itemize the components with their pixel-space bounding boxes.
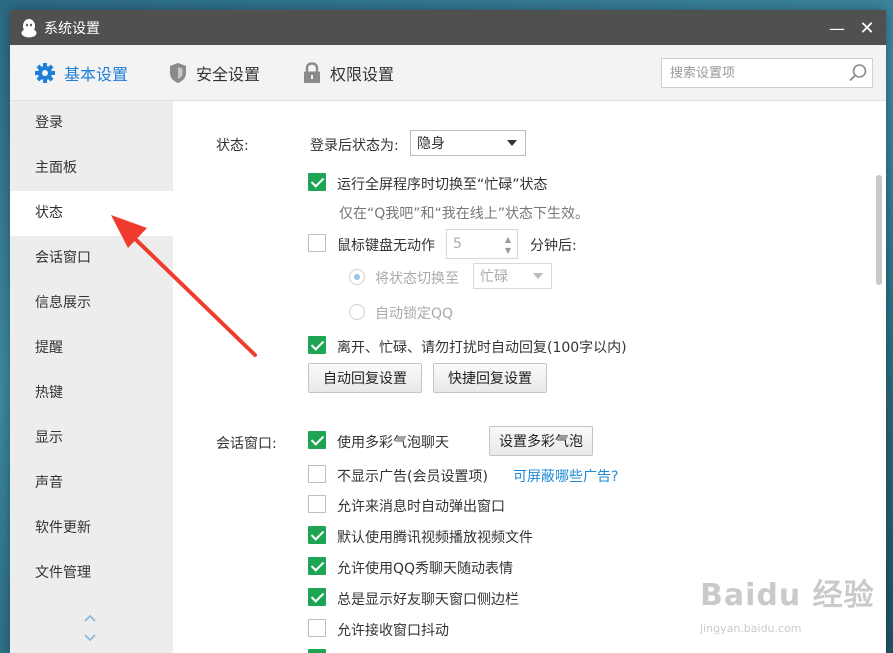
dropdown-arrow-icon bbox=[507, 140, 517, 146]
tab-basic-label: 基本设置 bbox=[64, 64, 129, 84]
idle-minutes-value: 5 bbox=[453, 236, 462, 252]
stepper-up-icon[interactable]: ▲ bbox=[505, 236, 511, 244]
fullscreen-busy-checkbox[interactable] bbox=[308, 173, 326, 191]
after-login-status-select[interactable]: 隐身 bbox=[410, 130, 526, 156]
lock-icon bbox=[304, 61, 320, 83]
no-ads-label: 不显示广告(会员设置项) bbox=[337, 469, 488, 485]
sidebar-item-main-panel[interactable]: 主面板 bbox=[10, 146, 173, 191]
sidebar-item-file-management[interactable]: 文件管理 bbox=[10, 551, 173, 596]
content-scrollbar[interactable] bbox=[876, 175, 882, 285]
chat-section-label: 会话窗口: bbox=[216, 436, 277, 452]
dropdown-arrow-icon bbox=[533, 273, 543, 279]
search-input[interactable] bbox=[662, 59, 844, 87]
chat-sidebar-label: 总是显示好友聊天窗口侧边栏 bbox=[337, 592, 519, 608]
sidebar-item-sound[interactable]: 声音 bbox=[10, 461, 173, 506]
sidebar-item-hotkey[interactable]: 热键 bbox=[10, 371, 173, 416]
after-login-label: 登录后状态为: bbox=[310, 138, 399, 154]
tencent-video-label: 默认使用腾讯视频播放视频文件 bbox=[337, 530, 533, 546]
sidebar-item-login[interactable]: 登录 bbox=[10, 101, 173, 146]
quick-reply-settings-button[interactable]: 快捷回复设置 bbox=[433, 363, 547, 393]
gear-icon bbox=[35, 62, 55, 83]
watermark-brand: Baidu 经验 bbox=[700, 578, 875, 613]
switch-status-label: 将状态切换至 bbox=[375, 271, 459, 287]
switch-status-radio[interactable] bbox=[349, 269, 365, 285]
chevron-up-down-icon bbox=[84, 614, 96, 642]
switch-status-value: 忙碌 bbox=[480, 269, 508, 285]
auto-reply-label: 离开、忙碌、请勿打扰时自动回复(100字以内) bbox=[337, 340, 627, 356]
auto-reply-checkbox[interactable] bbox=[308, 336, 326, 354]
auto-popup-label: 允许来消息时自动弹出窗口 bbox=[337, 499, 505, 515]
colorful-bubble-checkbox[interactable] bbox=[308, 431, 326, 449]
partial-checkbox[interactable] bbox=[308, 649, 326, 653]
sidebar-item-reminder[interactable]: 提醒 bbox=[10, 326, 173, 371]
fullscreen-busy-label: 运行全屏程序时切换至“忙碌”状态 bbox=[337, 177, 548, 193]
sidebar-item-display[interactable]: 显示 bbox=[10, 416, 173, 461]
idle-after-label: 分钟后: bbox=[530, 238, 577, 254]
tab-permission-settings[interactable]: 权限设置 bbox=[302, 61, 394, 85]
no-ads-checkbox[interactable] bbox=[308, 465, 326, 483]
tab-basic-settings[interactable]: 基本设置 bbox=[34, 61, 128, 85]
search-box bbox=[661, 58, 873, 88]
qq-show-label: 允许使用QQ秀聊天随动表情 bbox=[337, 561, 514, 577]
sidebar: 登录 主面板 状态 会话窗口 信息展示 提醒 热键 显示 声音 软件更新 文件管… bbox=[10, 101, 173, 653]
colorful-bubble-settings-button[interactable]: 设置多彩气泡 bbox=[489, 426, 593, 456]
qq-penguin-icon bbox=[21, 18, 37, 37]
idle-checkbox[interactable] bbox=[308, 234, 326, 252]
settings-window: 系统设置 — ✕ 基本设置 安全设置 权限设置 搜索设置项 登录 主面板 状态 … bbox=[10, 10, 886, 653]
search-icon[interactable] bbox=[844, 59, 872, 87]
tab-security-settings[interactable]: 安全设置 bbox=[168, 61, 260, 85]
shield-icon bbox=[170, 62, 186, 83]
tencent-video-checkbox[interactable] bbox=[308, 526, 326, 544]
title-bar: 系统设置 — ✕ bbox=[10, 10, 886, 45]
idle-minutes-stepper[interactable]: 5 ▲ ▼ bbox=[446, 229, 518, 259]
baidu-watermark: Baidu 经验 jingyan.baidu.com bbox=[700, 570, 875, 635]
sidebar-item-info-display[interactable]: 信息展示 bbox=[10, 281, 173, 326]
close-button[interactable]: ✕ bbox=[854, 15, 880, 41]
idle-label: 鼠标键盘无动作 bbox=[337, 238, 435, 254]
auto-popup-checkbox[interactable] bbox=[308, 495, 326, 513]
tab-security-label: 安全设置 bbox=[196, 64, 261, 84]
sidebar-scroll-arrows[interactable] bbox=[82, 613, 98, 646]
auto-reply-settings-button[interactable]: 自动回复设置 bbox=[308, 363, 422, 393]
status-section-label: 状态: bbox=[216, 138, 249, 154]
sidebar-item-status[interactable]: 状态 bbox=[10, 191, 173, 236]
switch-status-select[interactable]: 忙碌 bbox=[473, 263, 552, 289]
tab-permission-label: 权限设置 bbox=[330, 64, 395, 84]
after-login-status-value: 隐身 bbox=[417, 136, 445, 152]
stepper-down-icon[interactable]: ▼ bbox=[505, 247, 511, 255]
watermark-url: jingyan.baidu.com bbox=[700, 622, 802, 635]
auto-lock-label: 自动锁定QQ bbox=[375, 306, 454, 322]
window-shake-label: 允许接收窗口抖动 bbox=[337, 623, 449, 639]
chat-sidebar-checkbox[interactable] bbox=[308, 588, 326, 606]
sidebar-item-software-update[interactable]: 软件更新 bbox=[10, 506, 173, 551]
qq-show-checkbox[interactable] bbox=[308, 557, 326, 575]
minimize-button[interactable]: — bbox=[824, 15, 850, 41]
colorful-bubble-label: 使用多彩气泡聊天 bbox=[337, 435, 449, 451]
sidebar-item-chat-window[interactable]: 会话窗口 bbox=[10, 236, 173, 281]
window-title: 系统设置 bbox=[44, 20, 100, 37]
window-shake-checkbox[interactable] bbox=[308, 619, 326, 637]
top-navigation: 基本设置 安全设置 权限设置 bbox=[10, 45, 886, 101]
fullscreen-hint: 仅在“Q我吧”和“我在线上”状态下生效。 bbox=[339, 206, 590, 222]
blockable-ads-link[interactable]: 可屏蔽哪些广告? bbox=[513, 466, 618, 486]
auto-lock-radio[interactable] bbox=[349, 304, 365, 320]
